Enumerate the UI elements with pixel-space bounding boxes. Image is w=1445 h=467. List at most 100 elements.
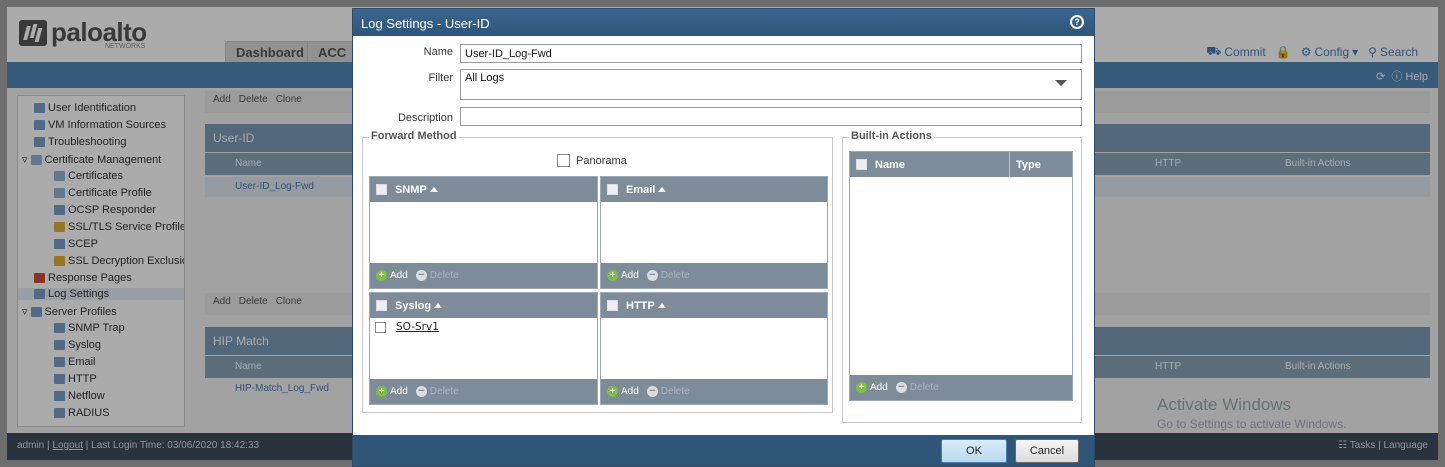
logo-subtitle: NETWORKS	[105, 43, 146, 50]
sidebar-item-ssl-tls-service-profile[interactable]: SSL/TLS Service Profile	[54, 221, 184, 233]
logout-link[interactable]: Logout	[52, 440, 83, 451]
select-all-checkbox[interactable]	[607, 300, 618, 311]
activate-windows-watermark-sub: Go to Settings to activate Windows.	[1157, 417, 1347, 431]
help-link[interactable]: ⓘ Help	[1391, 71, 1428, 83]
tab-dashboard[interactable]: Dashboard	[225, 41, 315, 62]
column-built-in-actions[interactable]: Built-in Actions	[1285, 158, 1351, 169]
email-icon	[54, 357, 65, 367]
syslog-delete-button[interactable]: − Delete	[415, 386, 459, 397]
sidebar-item-response-pages[interactable]: Response Pages	[34, 272, 132, 284]
http-column-header[interactable]: HTTP	[626, 300, 666, 312]
http-add-button[interactable]: + Add	[607, 386, 639, 397]
sidebar-item-radius[interactable]: RADIUS	[54, 407, 110, 419]
email-grid-footer: + Add − Delete	[601, 263, 827, 288]
minus-icon: −	[895, 382, 907, 393]
name-column-header[interactable]: Name	[875, 159, 905, 171]
built-in-actions-grid-header: Name Type	[850, 152, 1072, 177]
snmp-add-button[interactable]: + Add	[376, 270, 408, 281]
tab-acc[interactable]: ACC	[307, 41, 358, 62]
sidebar-item-syslog[interactable]: Syslog	[54, 339, 101, 351]
name-field[interactable]	[460, 44, 1082, 63]
column-built-in-actions[interactable]: Built-in Actions	[1285, 361, 1351, 372]
built-in-add-button[interactable]: + Add	[856, 382, 888, 393]
forward-method-fieldset: Forward Method Panorama SNMP + Add − Delet…	[362, 130, 833, 413]
vm-icon	[34, 120, 45, 130]
select-all-checkbox[interactable]	[376, 184, 387, 195]
select-all-checkbox[interactable]	[607, 184, 618, 195]
type-column-header[interactable]: Type	[1009, 152, 1041, 177]
ok-button[interactable]: OK	[941, 439, 1007, 463]
row-link[interactable]: User-ID_Log-Fwd	[235, 181, 314, 192]
column-http[interactable]: HTTP	[1155, 361, 1181, 372]
panorama-checkbox[interactable]	[557, 154, 570, 167]
sidebar-item-netflow[interactable]: Netflow	[54, 390, 105, 402]
built-in-delete-button[interactable]: − Delete	[895, 382, 939, 393]
syslog-icon	[54, 340, 65, 350]
syslog-add-button[interactable]: + Add	[376, 386, 408, 397]
column-name[interactable]: Name	[235, 361, 262, 372]
email-column-header[interactable]: Email	[626, 184, 667, 196]
plus-icon: +	[856, 382, 867, 393]
help-icon[interactable]: ?	[1070, 15, 1084, 29]
clone-button[interactable]: Clone	[276, 296, 302, 312]
sidebar-item-server-profiles[interactable]: ▿ Server Profiles	[22, 305, 117, 319]
lock-icon[interactable]: 🔒	[1276, 44, 1291, 60]
row-link[interactable]: HIP-Match_Log_Fwd	[235, 383, 329, 394]
sidebar-item-ocsp-responder[interactable]: OCSP Responder	[54, 204, 156, 216]
sidebar-item-certificate-profile[interactable]: Certificate Profile	[54, 187, 152, 199]
sidebar-item-ssl-decryption-exclusion[interactable]: SSL Decryption Exclusion	[54, 255, 184, 267]
chevron-down-icon	[1055, 80, 1067, 86]
select-all-checkbox[interactable]	[376, 300, 387, 311]
plus-icon: +	[607, 270, 618, 281]
http-delete-button[interactable]: − Delete	[646, 386, 690, 397]
language-link[interactable]: Language	[1384, 440, 1429, 451]
response-pages-icon	[34, 273, 45, 283]
email-grid: Email + Add − Delete	[600, 176, 828, 289]
sidebar-item-scep[interactable]: SCEP	[54, 238, 98, 250]
description-field[interactable]	[460, 107, 1082, 126]
delete-button[interactable]: Delete	[239, 296, 268, 312]
commit-button[interactable]: ⛟ Commit	[1206, 44, 1265, 60]
status-user: admin	[17, 440, 45, 451]
dialog-title: Log Settings - User-ID	[361, 16, 490, 31]
sidebar-item-http[interactable]: HTTP	[54, 373, 97, 385]
refresh-icon[interactable]: ⟳	[1376, 71, 1385, 83]
syslog-grid: Syslog SO-Srv1 + Add − Delete	[369, 292, 598, 405]
panorama-option[interactable]: Panorama	[557, 154, 627, 167]
config-button[interactable]: ⚙ Config ▾	[1301, 44, 1358, 60]
sidebar-item-vm-information-sources[interactable]: VM Information Sources	[34, 119, 166, 131]
http-grid: HTTP + Add − Delete	[600, 292, 828, 405]
list-item[interactable]: SO-Srv1	[370, 318, 597, 336]
snmp-column-header[interactable]: SNMP	[395, 184, 438, 196]
built-in-actions-legend: Built-in Actions	[849, 130, 934, 142]
filter-value: All Logs	[465, 72, 505, 84]
tasks-link[interactable]: ☷ Tasks	[1338, 440, 1375, 451]
sidebar-item-certificate-management[interactable]: ▿ Certificate Management	[22, 153, 161, 167]
syslog-profile-link[interactable]: SO-Srv1	[396, 321, 439, 333]
row-checkbox[interactable]	[375, 321, 386, 333]
activate-windows-watermark: Activate Windows	[1157, 395, 1292, 414]
snmp-delete-button[interactable]: − Delete	[415, 270, 459, 281]
http-grid-footer: + Add − Delete	[601, 379, 827, 404]
sidebar-item-user-identification[interactable]: User Identification	[34, 102, 136, 114]
select-all-checkbox[interactable]	[856, 159, 867, 170]
cancel-button[interactable]: Cancel	[1015, 439, 1079, 463]
delete-button[interactable]: Delete	[239, 94, 268, 110]
column-http[interactable]: HTTP	[1155, 158, 1181, 169]
plus-icon: +	[376, 270, 387, 281]
syslog-column-header[interactable]: Syslog	[395, 300, 443, 312]
column-name[interactable]: Name	[235, 158, 262, 169]
add-button[interactable]: Add	[213, 296, 231, 312]
search-button[interactable]: ⚲ Search	[1368, 44, 1418, 60]
email-add-button[interactable]: + Add	[607, 270, 639, 281]
sidebar-item-email[interactable]: Email	[54, 356, 96, 368]
clone-button[interactable]: Clone	[276, 94, 302, 110]
sidebar-item-troubleshooting[interactable]: Troubleshooting	[34, 136, 126, 148]
email-delete-button[interactable]: − Delete	[646, 270, 690, 281]
filter-select[interactable]: All Logs	[460, 69, 1082, 100]
add-button[interactable]: Add	[213, 94, 231, 110]
sidebar-item-certificates[interactable]: Certificates	[54, 170, 123, 182]
scep-icon	[54, 239, 65, 249]
sidebar-item-log-settings[interactable]: Log Settings	[18, 288, 184, 300]
sidebar-item-snmp-trap[interactable]: SNMP Trap	[54, 322, 125, 334]
